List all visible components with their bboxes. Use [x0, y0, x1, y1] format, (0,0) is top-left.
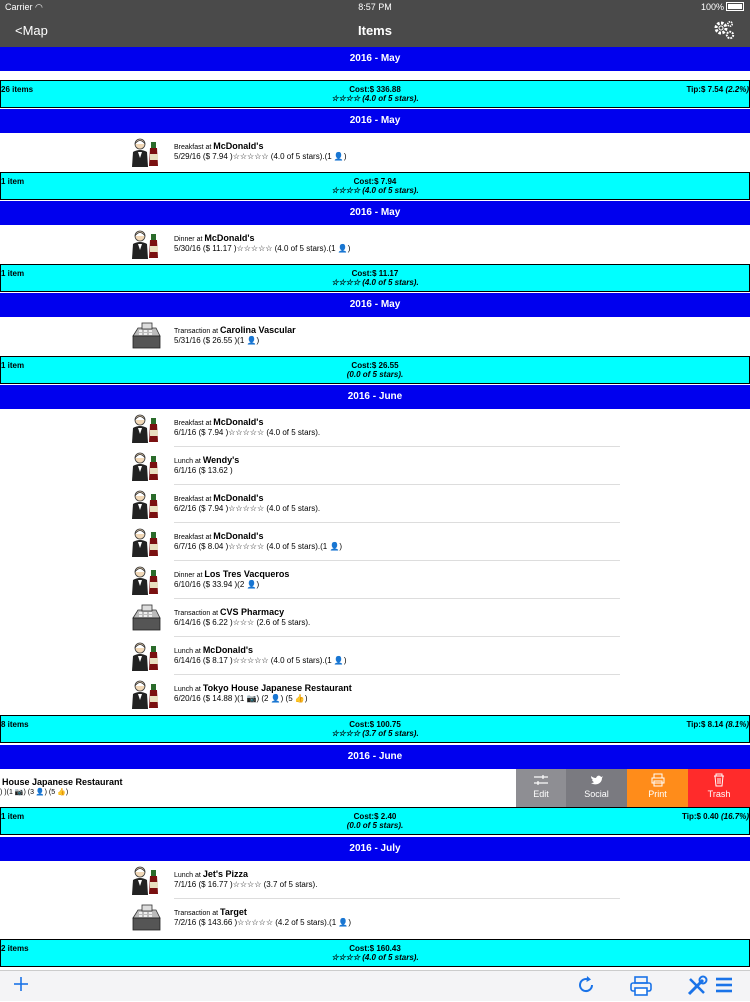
list-item[interactable]: Breakfast at McDonald's 6/2/16 ($ 7.94 )…	[0, 485, 750, 523]
items-list[interactable]: 2016 - May 26 items Cost:$ 336.88 ☆☆☆☆ (…	[0, 47, 750, 970]
month-summary: 1 item Cost:$ 11.17 ☆☆☆☆ (4.0 of 5 stars…	[0, 264, 750, 292]
rating-summary: ☆☆☆☆ (3.7 of 5 stars).	[331, 729, 419, 738]
rating-summary: ☆☆☆☆ (4.0 of 5 stars).	[331, 953, 419, 962]
menu-icon[interactable]	[714, 975, 734, 1000]
register-icon	[130, 602, 162, 634]
month-header: 2016 - May	[0, 201, 750, 225]
meal-icon	[130, 678, 162, 710]
page-title: Items	[358, 23, 392, 38]
month-header: 2016 - May	[0, 109, 750, 133]
rating-summary: ☆☆☆☆ (4.0 of 5 stars).	[331, 278, 419, 287]
month-header: 2016 - July	[0, 837, 750, 861]
swiped-item-detail: ) )(1 📷) (3 👤) (5 👍)	[0, 789, 69, 796]
printer-icon	[651, 773, 664, 787]
bottom-toolbar	[0, 970, 750, 1001]
print-button[interactable]: Print	[627, 769, 688, 807]
meal-icon	[130, 640, 162, 672]
list-item[interactable]: Transaction at Target 7/2/16 ($ 143.66 )…	[0, 899, 750, 937]
month-header: 2016 - June	[0, 745, 750, 769]
list-item[interactable]: Lunch at McDonald's 6/14/16 ($ 8.17 )☆☆☆…	[0, 637, 750, 675]
refresh-icon[interactable]	[576, 975, 596, 1000]
month-summary: 1 item Cost:$ 7.94 ☆☆☆☆ (4.0 of 5 stars)…	[0, 172, 750, 200]
settings-gear-icon[interactable]	[712, 18, 736, 47]
trash-button[interactable]: Trash	[688, 769, 750, 807]
tip-total: Tip:$ 7.54 (2.2%)	[686, 85, 749, 94]
list-item[interactable]: Dinner at Los Tres Vacqueros 6/10/16 ($ …	[0, 561, 750, 599]
swiped-list-item[interactable]: House Japanese Restaurant ) )(1 📷) (3 👤)…	[0, 769, 750, 807]
month-summary: 1 item Cost:$ 2.40 (0.0 of 5 stars). Tip…	[0, 807, 750, 835]
list-item[interactable]: Breakfast at McDonald's 6/7/16 ($ 8.04 )…	[0, 523, 750, 561]
meal-icon	[130, 136, 162, 168]
list-item[interactable]: Lunch at Tokyo House Japanese Restaurant…	[0, 675, 750, 713]
list-item[interactable]: Lunch at Jet's Pizza 7/1/16 ($ 16.77 )☆☆…	[0, 861, 750, 899]
cost-total: Cost:$ 11.17	[351, 269, 399, 278]
cost-total: Cost:$ 160.43	[349, 944, 401, 953]
meal-icon	[130, 450, 162, 482]
list-item[interactable]: Dinner at McDonald's 5/30/16 ($ 11.17 )☆…	[0, 225, 750, 263]
printer-icon[interactable]	[629, 975, 653, 1002]
tip-total: Tip:$ 8.14 (8.1%)	[686, 720, 749, 729]
cost-total: Cost:$ 2.40	[353, 812, 397, 821]
meal-icon	[130, 564, 162, 596]
month-summary: 1 item Cost:$ 26.55 (0.0 of 5 stars).	[0, 356, 750, 384]
meal-icon	[130, 412, 162, 444]
cost-total: Cost:$ 336.88	[349, 85, 401, 94]
swiped-item-title: House Japanese Restaurant	[2, 777, 123, 787]
status-time: 8:57 PM	[358, 2, 392, 12]
sliders-icon	[534, 775, 548, 785]
list-item[interactable]: Transaction at Carolina Vascular 5/31/16…	[0, 317, 750, 355]
tip-total: Tip:$ 0.40 (16.7%)	[681, 812, 749, 821]
month-header: 2016 - May	[0, 47, 750, 71]
meal-icon	[130, 488, 162, 520]
tools-icon[interactable]	[686, 975, 708, 1002]
status-bar: Carrier ◠ 8:57 PM 100%	[0, 0, 750, 14]
list-item[interactable]: Breakfast at McDonald's 6/1/16 ($ 7.94 )…	[0, 409, 750, 447]
meal-icon	[130, 228, 162, 260]
month-summary: 2 items Cost:$ 160.43 ☆☆☆☆ (4.0 of 5 sta…	[0, 939, 750, 967]
add-icon[interactable]	[12, 975, 30, 998]
list-item[interactable]: Breakfast at McDonald's 5/29/16 ($ 7.94 …	[0, 133, 750, 171]
edit-button[interactable]: Edit	[516, 769, 566, 807]
month-summary: 8 items Cost:$ 100.75 ☆☆☆☆ (3.7 of 5 sta…	[0, 715, 750, 743]
social-button[interactable]: Social	[566, 769, 627, 807]
month-header: 2016 - May	[0, 293, 750, 317]
meal-icon	[130, 864, 162, 896]
rating-summary: (0.0 of 5 stars).	[346, 821, 404, 830]
rating-summary: (0.0 of 5 stars).	[346, 370, 404, 379]
cost-total: Cost:$ 7.94	[353, 177, 397, 186]
battery-icon	[726, 2, 744, 11]
rating-summary: ☆☆☆☆ (4.0 of 5 stars).	[331, 94, 419, 103]
cost-total: Cost:$ 26.55	[351, 361, 399, 370]
list-item[interactable]: Lunch at Wendy's 6/1/16 ($ 13.62 )	[0, 447, 750, 485]
register-icon	[130, 902, 162, 934]
register-icon	[130, 320, 162, 352]
meal-icon	[130, 526, 162, 558]
month-header: 2016 - June	[0, 385, 750, 409]
twitter-bird-icon	[590, 775, 603, 785]
rating-summary: ☆☆☆☆ (4.0 of 5 stars).	[331, 186, 419, 195]
cost-total: Cost:$ 100.75	[349, 720, 401, 729]
nav-bar: <Map Items	[0, 14, 750, 47]
month-summary: 26 items Cost:$ 336.88 ☆☆☆☆ (4.0 of 5 st…	[0, 80, 750, 108]
battery-label: 100%	[701, 2, 744, 12]
list-item[interactable]: Transaction at CVS Pharmacy 6/14/16 ($ 6…	[0, 599, 750, 637]
trash-icon	[714, 773, 724, 787]
